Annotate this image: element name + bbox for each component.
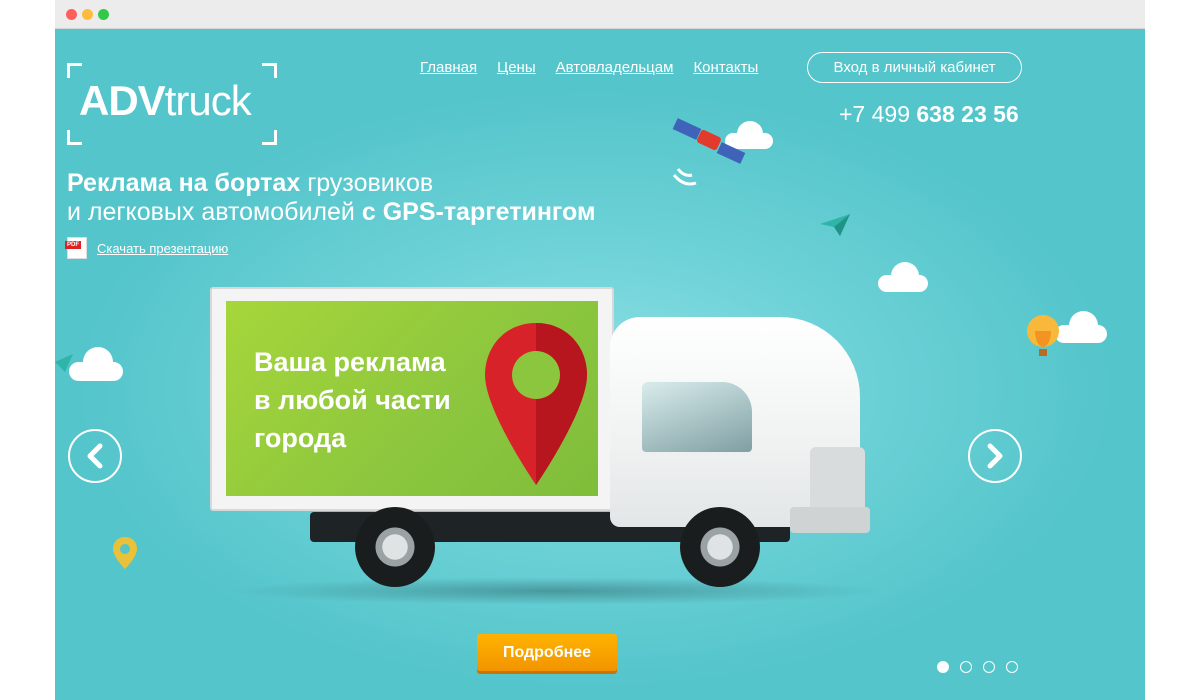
browser-window: ADVtruck Главная Цены Автовладельцам Кон… [55, 0, 1145, 700]
nav-link-contacts[interactable]: Контакты [693, 59, 758, 76]
truck-wheel [355, 507, 435, 587]
slider-pagination [937, 661, 1018, 673]
ad-banner: Ваша реклама в любой части города [226, 301, 598, 496]
minimize-window-button[interactable] [82, 9, 93, 20]
satellite-icon [672, 118, 746, 186]
main-nav: Главная Цены Автовладельцам Контакты [420, 59, 758, 76]
paper-plane-icon [55, 354, 73, 372]
cloud-decoration [1055, 311, 1107, 343]
slider-dot-4[interactable] [1006, 661, 1018, 673]
logo[interactable]: ADVtruck [67, 63, 277, 145]
close-window-button[interactable] [66, 9, 77, 20]
maximize-window-button[interactable] [98, 9, 109, 20]
slider-dot-3[interactable] [983, 661, 995, 673]
page-headline: Реклама на бортах грузовиков и легковых … [67, 169, 595, 227]
truck-bumper [790, 507, 870, 533]
slider-dot-1[interactable] [937, 661, 949, 673]
truck-cargo-box: Ваша реклама в любой части города [210, 287, 614, 511]
logo-bold-text: ADV [79, 77, 166, 124]
ad-banner-text: Ваша реклама в любой части города [254, 343, 451, 457]
location-pin-icon [485, 323, 587, 485]
headline-line2-regular: и легковых автомобилей [67, 198, 355, 226]
hot-air-balloon-icon [1027, 315, 1059, 356]
download-label[interactable]: Скачать презентацию [97, 241, 228, 256]
ad-line: в любой части [254, 385, 451, 415]
login-button[interactable]: Вход в личный кабинет [807, 52, 1022, 83]
download-presentation-link[interactable]: PDF Скачать презентацию [65, 237, 228, 259]
nav-link-prices[interactable]: Цены [497, 59, 536, 76]
truck-window [642, 382, 752, 452]
title-bar [55, 0, 1145, 29]
more-details-button[interactable]: Подробнее [477, 634, 617, 671]
truck-wheel [680, 507, 760, 587]
headline-line1-regular: грузовиков [307, 169, 434, 197]
pdf-icon: PDF [65, 237, 87, 259]
truck-illustration: Ваша реклама в любой части города [200, 277, 880, 607]
paper-plane-icon [820, 214, 850, 236]
headline-line2-bold: с GPS-таргетингом [361, 198, 596, 226]
slider-dot-2[interactable] [960, 661, 972, 673]
slider-next-button[interactable] [968, 429, 1022, 483]
headline-line1-bold: Реклама на бортах [67, 169, 301, 197]
map-pin-icon [113, 537, 137, 569]
phone-prefix: +7 499 [839, 101, 910, 127]
cloud-decoration [878, 262, 928, 292]
chevron-right-icon [987, 443, 1003, 469]
slider-prev-button[interactable] [68, 429, 122, 483]
nav-link-home[interactable]: Главная [420, 59, 477, 76]
nav-link-car-owners[interactable]: Автовладельцам [556, 59, 674, 76]
phone-main: 638 23 56 [916, 101, 1019, 127]
ad-line: города [254, 423, 347, 453]
logo-light-text: truck [164, 77, 252, 124]
cloud-decoration [69, 347, 123, 381]
chevron-left-icon [87, 443, 103, 469]
ad-line: Ваша реклама [254, 347, 446, 377]
hero-section: ADVtruck Главная Цены Автовладельцам Кон… [55, 29, 1145, 700]
phone-number[interactable]: +7 499 638 23 56 [839, 101, 1019, 128]
